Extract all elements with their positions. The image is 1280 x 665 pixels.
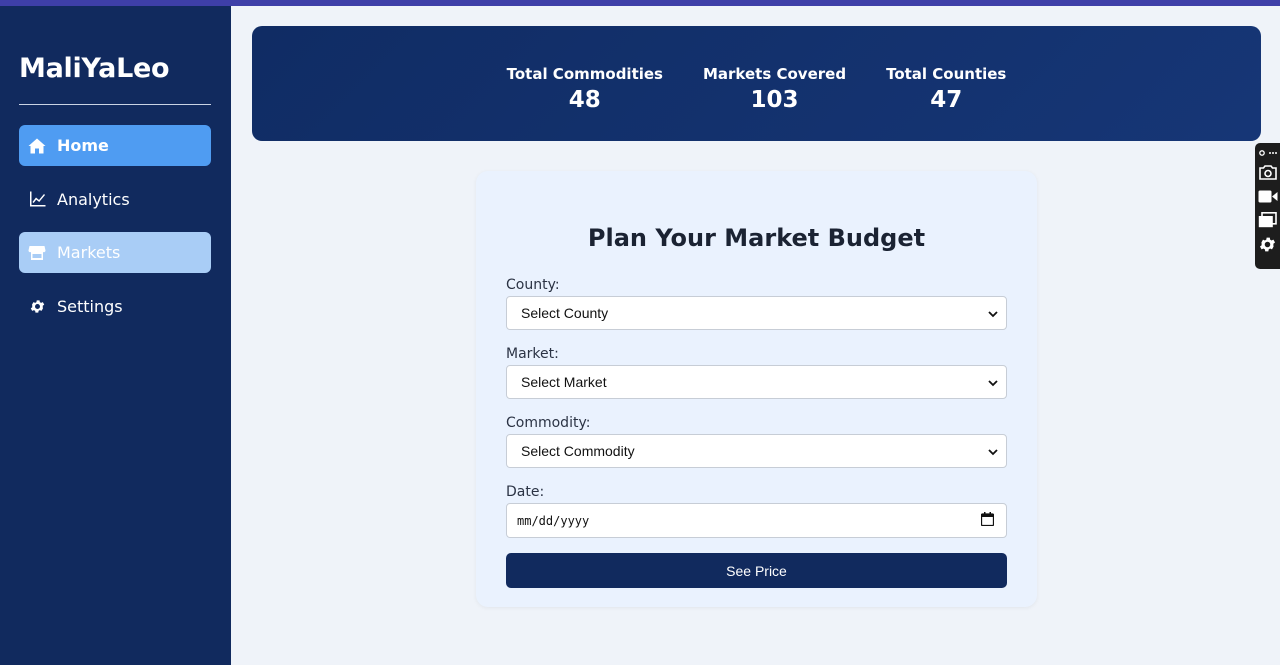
form-title: Plan Your Market Budget (587, 224, 926, 252)
chevron-down-icon (988, 443, 998, 459)
calendar-icon[interactable] (980, 512, 995, 529)
stat-total-counties: Total Counties 47 (886, 64, 1006, 114)
market-select-value: Select Market (521, 374, 607, 390)
sidebar-item-analytics[interactable]: Analytics (19, 179, 211, 220)
date-field: Date: mm/dd/yyyy (506, 483, 1007, 538)
sidebar-divider (19, 104, 211, 105)
stat-label: Total Commodities (506, 65, 663, 83)
date-input-placeholder: mm/dd/yyyy (517, 513, 590, 528)
sidebar-item-label: Home (57, 136, 109, 155)
stats-banner: Total Commodities 48 Markets Covered 103… (252, 26, 1261, 141)
stat-label: Markets Covered (702, 65, 847, 83)
sidebar: MaliYaLeo Home Analytics Markets Setting… (0, 6, 231, 665)
county-label: County: (506, 277, 560, 293)
home-icon (28, 137, 46, 155)
market-label: Market: (506, 346, 559, 362)
sidebar-nav: Home Analytics Markets Settings (19, 125, 211, 327)
county-field: County: Select County (506, 276, 1007, 330)
county-select-value: Select County (521, 305, 609, 321)
sidebar-item-markets[interactable]: Markets (19, 232, 211, 273)
market-select[interactable]: Select Market (506, 365, 1007, 399)
date-label: Date: (506, 484, 545, 500)
brand-logo[interactable]: MaliYaLeo (19, 51, 211, 87)
floating-toolbar (1255, 143, 1280, 269)
stat-value: 47 (930, 87, 963, 113)
date-input[interactable]: mm/dd/yyyy (506, 503, 1007, 538)
submit-wrap: See Price (506, 553, 1007, 588)
chart-line-icon (28, 190, 46, 208)
chevron-down-icon (988, 374, 998, 390)
sidebar-item-label: Markets (57, 243, 121, 262)
sidebar-item-label: Settings (57, 296, 123, 316)
commodity-select-value: Select Commodity (521, 443, 635, 459)
stat-markets-covered: Markets Covered 103 (703, 64, 846, 114)
county-select[interactable]: Select County (506, 296, 1007, 330)
windows-icon[interactable] (1258, 208, 1278, 232)
sidebar-item-settings[interactable]: Settings (19, 286, 211, 327)
sidebar-item-label: Analytics (57, 189, 130, 209)
budget-form-card: Plan Your Market Budget County: Select C… (476, 171, 1037, 607)
see-price-button[interactable]: See Price (506, 553, 1007, 588)
store-icon (28, 244, 46, 262)
commodity-field: Commodity: Select Commodity (506, 414, 1007, 468)
stat-label: Total Counties (886, 65, 1007, 83)
link-icon[interactable] (1258, 146, 1278, 160)
market-field: Market: Select Market (506, 345, 1007, 399)
sidebar-item-home[interactable]: Home (19, 125, 211, 166)
gear-icon (28, 297, 46, 315)
stat-value: 103 (750, 87, 799, 113)
stat-total-commodities: Total Commodities 48 (507, 64, 663, 114)
commodity-label: Commodity: (506, 415, 591, 431)
stat-value: 48 (568, 87, 601, 113)
video-icon[interactable] (1258, 184, 1278, 208)
camera-icon[interactable] (1258, 160, 1278, 184)
chevron-down-icon (988, 305, 998, 321)
commodity-select[interactable]: Select Commodity (506, 434, 1007, 468)
gear-icon[interactable] (1258, 232, 1278, 256)
